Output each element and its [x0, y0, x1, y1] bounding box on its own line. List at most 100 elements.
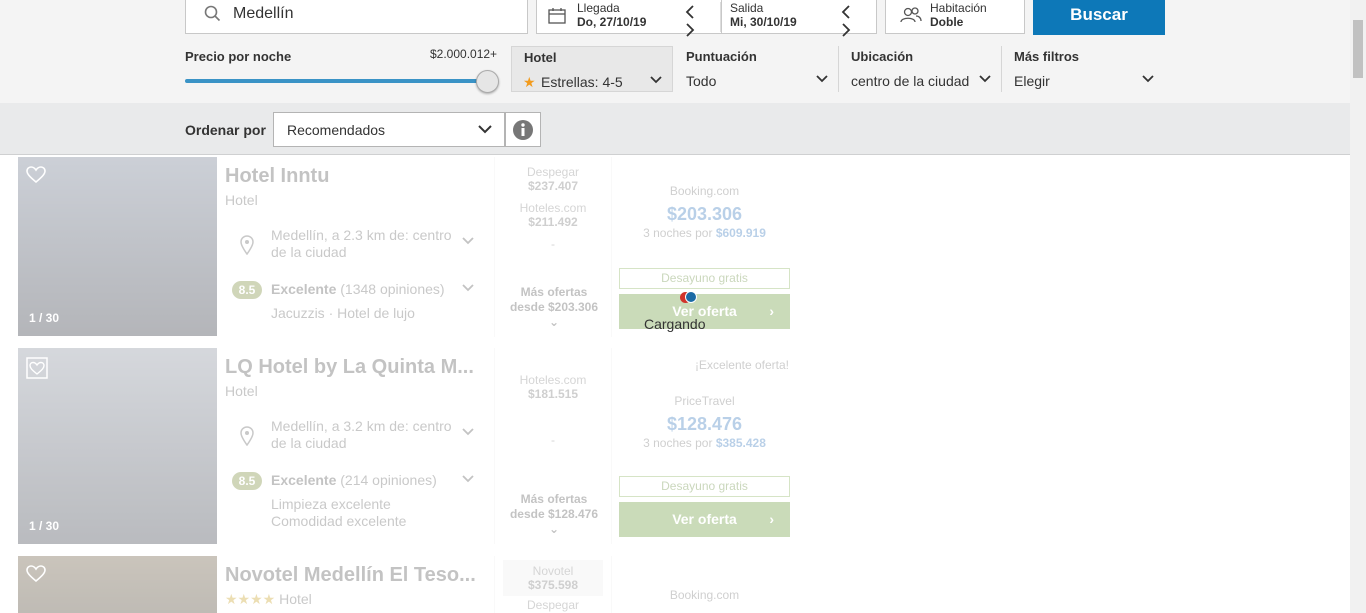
- loading-dot-blue: [685, 291, 697, 303]
- breakfast-tag: Desayuno gratis: [619, 268, 790, 289]
- scrollbar-thumb[interactable]: [1353, 20, 1363, 78]
- checkout-label: Salida: [730, 1, 764, 15]
- checkout-value: Mi, 30/10/19: [730, 15, 797, 29]
- hotel-name[interactable]: Novotel Medellín El Teso...: [225, 564, 476, 587]
- great-deal-tag: ¡Excelente oferta!: [694, 358, 789, 372]
- price-filter-label: Precio por noche: [185, 49, 292, 64]
- users-icon: [900, 7, 922, 23]
- view-deal-button[interactable]: Ver oferta ›: [619, 502, 790, 537]
- room-label: Habitación: [930, 1, 987, 15]
- more-offers-label: Más ofertas: [520, 285, 588, 299]
- sort-info-button[interactable]: [505, 112, 541, 147]
- offer-price: $181.515: [527, 387, 579, 401]
- hotel-card[interactable]: Novotel Medellín El Teso... ★★★★ Hotel N…: [18, 556, 793, 613]
- hotel-name[interactable]: LQ Hotel by La Quinta M...: [225, 356, 474, 379]
- price-slider-handle[interactable]: [476, 70, 499, 93]
- score-filter-title: Puntuación: [686, 49, 757, 64]
- chevron-right-icon: ›: [769, 511, 774, 527]
- photo-count: 1 / 30: [29, 519, 60, 533]
- hotel-photo[interactable]: [18, 556, 217, 613]
- offer-separator: -: [551, 237, 555, 251]
- heart-icon[interactable]: [26, 357, 48, 379]
- offer-item[interactable]: Hoteles.com $181.515: [495, 373, 611, 401]
- hotel-type: Hotel: [225, 383, 258, 399]
- checkout-date-field[interactable]: Salida Mi, 30/10/19: [721, 0, 877, 37]
- offer-item[interactable]: Despegar $237.407: [495, 165, 611, 193]
- chevron-right-icon: [686, 23, 695, 37]
- score-filter[interactable]: Puntuación Todo: [674, 46, 838, 92]
- photo-count: 1 / 30: [29, 311, 60, 325]
- page-scrollbar[interactable]: [1350, 0, 1366, 613]
- offer-site: Hoteles.com: [519, 201, 587, 215]
- chevron-down-icon: [816, 75, 828, 83]
- chevron-down-icon[interactable]: [462, 475, 474, 483]
- hotel-photo[interactable]: 1 / 30: [18, 348, 217, 544]
- location-pin-icon: [240, 426, 254, 446]
- price-slider-track[interactable]: [185, 79, 487, 83]
- deal-price[interactable]: $203.306: [618, 204, 791, 225]
- checkin-value: Do, 27/10/19: [577, 15, 647, 29]
- review-summary[interactable]: Excelente (214 opiniones): [271, 472, 437, 488]
- offer-item[interactable]: Novotel $375.598: [503, 560, 603, 596]
- review-count: (1348 opiniones): [340, 281, 445, 297]
- hotel-photo[interactable]: 1 / 30: [18, 157, 217, 336]
- checkout-prev-day-button[interactable]: [835, 5, 857, 23]
- more-offers-label: Más ofertas: [520, 492, 588, 506]
- checkin-label: Llegada: [577, 1, 620, 15]
- chevron-down-icon[interactable]: [462, 237, 474, 245]
- sort-label: Ordenar por: [185, 122, 266, 138]
- breakfast-tag: Desayuno gratis: [619, 476, 790, 497]
- search-header: Medellín Llegada Do, 27/10/19 Salida Mi,…: [0, 0, 1350, 103]
- score-filter-value: Todo: [686, 73, 717, 89]
- results-list: 1 / 30 Hotel Inntu Hotel Medellín, a 2.3…: [0, 156, 1350, 613]
- hotel-name[interactable]: Hotel Inntu: [225, 165, 329, 188]
- offer-separator: -: [551, 433, 555, 447]
- hotel-location: Medellín, a 3.2 km de: centro de la ciud…: [271, 418, 452, 451]
- checkin-next-day-button[interactable]: [679, 23, 701, 41]
- chevron-right-icon: [842, 23, 851, 37]
- review-summary[interactable]: Excelente (1348 opiniones): [271, 281, 445, 297]
- checkin-date-field[interactable]: Llegada Do, 27/10/19: [536, 0, 721, 37]
- room-selector[interactable]: Habitación Doble: [885, 0, 1025, 34]
- more-offers-link[interactable]: Más ofertas desde $128.476 ⌄: [495, 492, 613, 537]
- chevron-right-icon: ›: [769, 303, 774, 319]
- more-offers-from: desde $203.306: [509, 300, 599, 314]
- rating-word: Excelente: [271, 281, 337, 297]
- search-button[interactable]: Buscar: [1033, 0, 1165, 35]
- hotel-type: ★★★★ Hotel: [225, 591, 312, 608]
- hotel-card[interactable]: 1 / 30 LQ Hotel by La Quinta M... Hotel …: [18, 348, 793, 544]
- more-filters-title: Más filtros: [1014, 49, 1080, 64]
- chevron-down-icon[interactable]: [462, 428, 474, 436]
- chevron-left-icon: [841, 5, 850, 19]
- more-filters[interactable]: Más filtros Elegir: [1001, 46, 1164, 92]
- checkin-prev-day-button[interactable]: [679, 5, 701, 23]
- location-filter[interactable]: Ubicación centro de la ciudad: [838, 46, 1001, 92]
- loading-indicator: Cargando: [630, 289, 720, 334]
- checkout-next-day-button[interactable]: [835, 23, 857, 41]
- loading-text: Cargando: [644, 316, 706, 332]
- chevron-down-icon: [979, 75, 991, 83]
- review-score-badge: 8.5: [232, 472, 262, 490]
- offer-item[interactable]: Despegar: [495, 598, 611, 612]
- price-filter-value: $2.000.012+: [430, 47, 498, 61]
- heart-icon[interactable]: [26, 565, 46, 583]
- hotel-amenities: Limpieza excelente Comodidad excelente: [271, 496, 407, 529]
- sort-value: Recomendados: [287, 122, 386, 138]
- sort-dropdown[interactable]: Recomendados: [273, 112, 505, 147]
- offer-site: Despegar: [526, 165, 580, 179]
- location-filter-value: centro de la ciudad: [851, 73, 970, 89]
- more-offers-link[interactable]: Más ofertas desde $203.306 ⌄: [495, 285, 613, 330]
- best-deal: ¡Excelente oferta! PriceTravel $128.476 …: [618, 348, 791, 544]
- destination-value: Medellín: [233, 5, 294, 22]
- other-offers: Hoteles.com $181.515 - Más ofertas desde $…: [494, 348, 612, 544]
- calendar-icon: [548, 8, 566, 24]
- info-icon: [513, 120, 533, 140]
- hotel-type-text: Hotel: [279, 591, 312, 607]
- chevron-down-icon[interactable]: [462, 284, 474, 292]
- hotel-stars-filter[interactable]: Hotel ★ Estrellas: 4-5: [511, 46, 673, 92]
- heart-icon[interactable]: [26, 166, 46, 184]
- deal-total: 3 noches por $609.919: [618, 226, 791, 240]
- destination-search-field[interactable]: Medellín: [185, 0, 528, 34]
- offer-item[interactable]: Hoteles.com $211.492: [495, 201, 611, 229]
- deal-price[interactable]: $128.476: [618, 414, 791, 435]
